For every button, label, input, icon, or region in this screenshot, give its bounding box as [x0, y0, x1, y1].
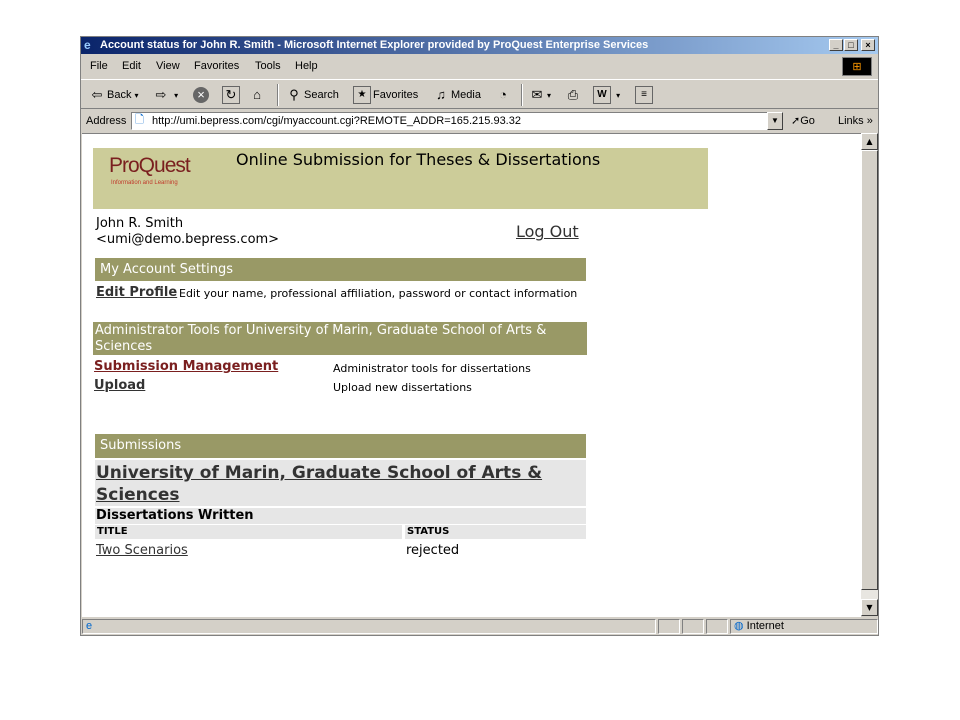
address-bar: Address 🗋 http://umi.bepress.com/cgi/mya… — [81, 110, 878, 132]
status-pane — [658, 619, 680, 634]
media-button[interactable]: ♫ Media — [433, 86, 481, 104]
favorites-button[interactable]: ★ Favorites — [353, 86, 419, 105]
history-icon: ◔ — [499, 87, 507, 103]
refresh-icon: ↻ — [222, 86, 240, 105]
status-column-header: STATUS — [405, 525, 586, 539]
toolbar-separator — [277, 84, 279, 106]
user-name: John R. Smith — [96, 216, 184, 231]
mail-icon: ✉ — [531, 87, 543, 103]
mail-button[interactable]: ✉ ▾ — [529, 86, 551, 104]
minimize-button[interactable]: _ — [829, 39, 843, 51]
status-pane — [706, 619, 728, 634]
print-icon: ⎙ — [567, 87, 579, 103]
forward-arrow-icon: ⇨ — [155, 87, 167, 103]
windows-logo-icon: ⊞ — [842, 57, 872, 76]
search-label: Search — [304, 89, 339, 101]
institution-link[interactable]: University of Marin, Graduate School of … — [96, 462, 576, 506]
menu-help[interactable]: Help — [295, 56, 318, 76]
submissions-heading: Submissions — [95, 434, 586, 458]
submission-management-link[interactable]: Submission Management — [94, 359, 278, 374]
favorites-icon: ★ — [353, 86, 371, 105]
zone-label: Internet — [746, 620, 784, 632]
user-email: <umi@demo.bepress.com> — [96, 232, 280, 247]
address-input[interactable]: 🗋 http://umi.bepress.com/cgi/myaccount.c… — [131, 112, 783, 130]
vertical-scrollbar[interactable]: ▲ ▼ — [861, 133, 878, 616]
dissertations-heading: Dissertations Written — [96, 508, 254, 523]
submission-management-desc: Administrator tools for dissertations — [333, 362, 531, 375]
discuss-button[interactable]: ≡ — [635, 86, 655, 105]
browser-window: e Account status for John R. Smith - Mic… — [80, 36, 879, 636]
media-icon: ♫ — [436, 87, 446, 103]
page-icon: 🗋 — [135, 114, 144, 126]
search-icon: ⚲ — [289, 87, 299, 103]
menu-view[interactable]: View — [156, 56, 180, 76]
page-status-icon: e — [86, 620, 93, 632]
institution-row: University of Marin, Graduate School of … — [95, 460, 586, 506]
home-icon: ⌂ — [253, 87, 261, 103]
go-arrow-icon: ➚ — [791, 115, 801, 127]
menu-file[interactable]: File — [90, 56, 108, 76]
scroll-thumb[interactable] — [861, 150, 878, 590]
stop-icon: × — [193, 87, 209, 104]
refresh-button[interactable]: ↻ — [222, 86, 242, 105]
page-viewport: ProQuest Information and Learning Online… — [82, 133, 861, 617]
stop-button[interactable]: × — [193, 86, 211, 104]
admin-tools-heading: Administrator Tools for University of Ma… — [93, 322, 587, 355]
site-header: ProQuest Information and Learning Online… — [93, 148, 708, 209]
back-arrow-icon: ⇦ — [91, 87, 103, 103]
account-settings-heading: My Account Settings — [95, 258, 586, 281]
dissertations-row: Dissertations Written — [95, 508, 586, 524]
history-button[interactable]: ◔ — [495, 86, 513, 104]
forward-button[interactable]: ⇨ ▾ — [153, 86, 179, 104]
menu-bar: File Edit View Favorites Tools Help ⊞ — [81, 56, 878, 76]
home-button[interactable]: ⌂ — [249, 86, 267, 104]
scroll-up-button[interactable]: ▲ — [861, 133, 878, 150]
menu-favorites[interactable]: Favorites — [194, 56, 239, 76]
logout-link[interactable]: Log Out — [516, 222, 579, 241]
word-edit-icon: W — [593, 86, 611, 105]
menu-edit[interactable]: Edit — [122, 56, 141, 76]
globe-icon: ◍ — [734, 620, 744, 632]
page-title: Online Submission for Theses & Dissertat… — [236, 150, 601, 169]
media-label: Media — [451, 89, 481, 101]
maximize-button[interactable]: □ — [844, 39, 858, 51]
address-label: Address — [86, 115, 127, 127]
upload-desc: Upload new dissertations — [333, 381, 472, 394]
edit-profile-link[interactable]: Edit Profile — [96, 285, 177, 300]
status-main-pane: e — [82, 619, 656, 634]
address-url: http://umi.bepress.com/cgi/myaccount.cgi… — [152, 115, 521, 127]
ie-logo-icon: e — [84, 38, 91, 52]
address-dropdown-button[interactable]: ▼ — [767, 112, 783, 130]
go-button[interactable]: ➚Go — [791, 110, 815, 132]
discuss-icon: ≡ — [635, 86, 653, 105]
upload-link[interactable]: Upload — [94, 378, 145, 393]
title-column-header: TITLE — [95, 525, 402, 539]
search-button[interactable]: ⚲ Search — [286, 86, 339, 104]
status-bar: e ◍ Internet — [81, 617, 878, 635]
scroll-down-button[interactable]: ▼ — [861, 599, 878, 616]
zone-pane: ◍ Internet — [730, 619, 878, 634]
links-button[interactable]: Links » — [838, 110, 873, 132]
title-bar: e Account status for John R. Smith - Mic… — [81, 37, 878, 54]
favorites-label: Favorites — [373, 89, 419, 101]
back-button[interactable]: ⇦ Back ▾ — [89, 86, 139, 104]
edit-button[interactable]: W ▾ — [593, 86, 620, 105]
dissertation-status: rejected — [406, 543, 460, 558]
back-label: Back — [107, 89, 132, 101]
close-button[interactable]: × — [861, 39, 875, 51]
print-button[interactable]: ⎙ — [565, 86, 583, 104]
status-pane — [682, 619, 704, 634]
proquest-logo: ProQuest Information and Learning — [109, 154, 191, 186]
edit-profile-desc: Edit your name, professional affiliation… — [179, 287, 578, 300]
toolbar-separator — [521, 84, 523, 106]
toolbar: ⇦ Back ▾ ⇨ ▾ × ↻ ⌂ ⚲ Search ★ Favorites ♫ Me… — [81, 79, 878, 109]
menu-tools[interactable]: Tools — [255, 56, 281, 76]
chevron-right-icon: » — [866, 115, 873, 127]
window-title: Account status for John R. Smith - Micro… — [100, 39, 649, 51]
dissertation-title-link[interactable]: Two Scenarios — [96, 543, 188, 558]
